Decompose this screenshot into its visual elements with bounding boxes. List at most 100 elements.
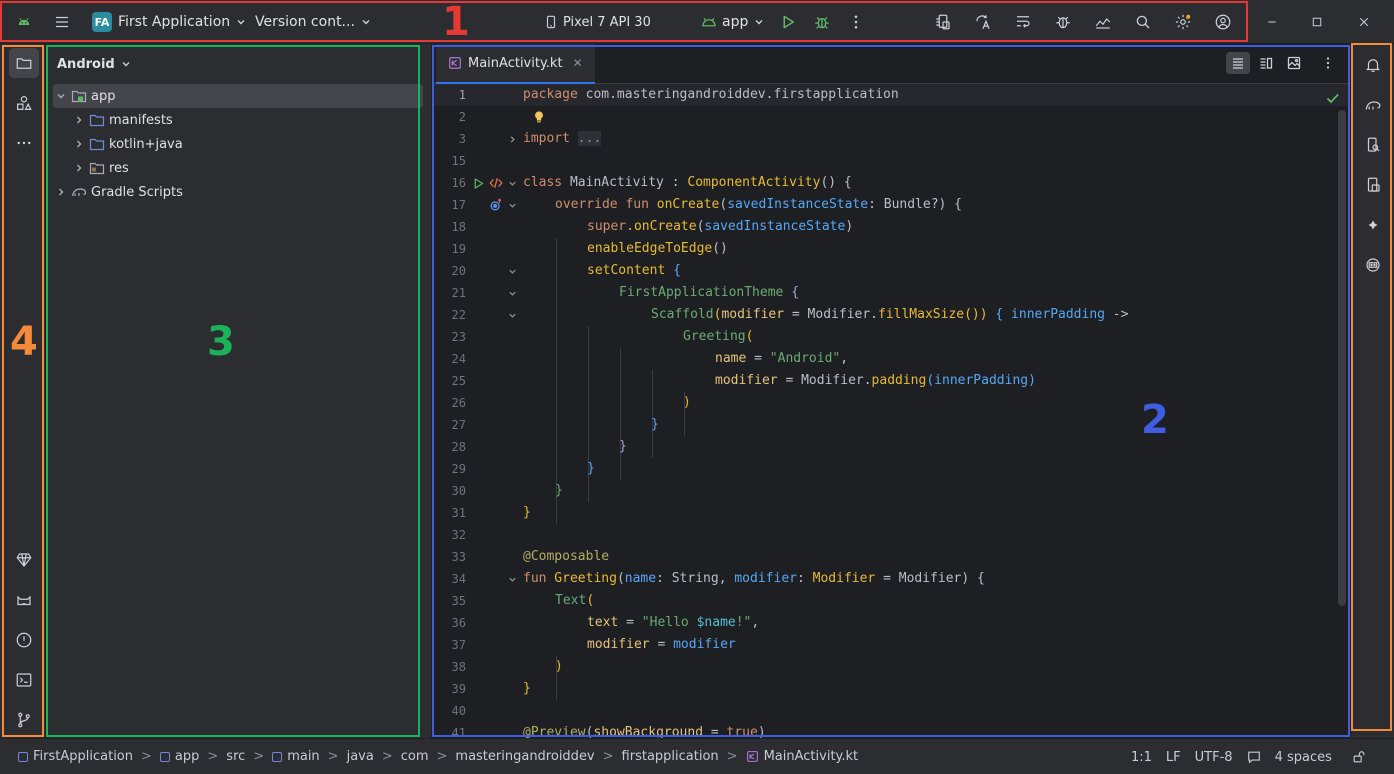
breadcrumb-item[interactable]: firstapplication — [622, 749, 719, 764]
chevron-down-icon — [755, 20, 763, 25]
breadcrumb-item[interactable]: main — [287, 749, 319, 764]
vertical-scrollbar[interactable] — [1338, 110, 1346, 606]
project-badge: FA — [92, 12, 112, 32]
device-selector[interactable]: Pixel 7 API 30 — [544, 0, 651, 44]
breadcrumb-item[interactable]: app — [175, 749, 199, 764]
emulator-icon — [1366, 258, 1380, 272]
breadcrumb-item[interactable]: masteringandroiddev — [455, 749, 594, 764]
close-icon[interactable] — [1350, 8, 1378, 36]
warning-circle-icon — [16, 632, 32, 648]
run-icon[interactable] — [774, 8, 802, 36]
debug-icon[interactable] — [808, 8, 836, 36]
project-view-selector[interactable]: Android — [57, 54, 131, 74]
project-selector[interactable]: FA First Application — [92, 0, 246, 44]
breadcrumb-item[interactable]: src — [226, 749, 245, 764]
kotlin-file-icon — [746, 751, 758, 762]
fold-chevron-right-icon[interactable] — [508, 128, 518, 150]
translate-icon[interactable] — [969, 8, 997, 36]
code-view-button[interactable] — [1226, 52, 1250, 74]
code-area[interactable]: 1 2 3 15 16 17 18 19 20 21 22 23 24 25 26 27 28 29 30 31 32 3… — [432, 84, 1350, 738]
vcs-selector[interactable]: Version cont... — [255, 0, 371, 44]
terminal-button[interactable] — [9, 665, 39, 695]
folded-imports[interactable]: ... — [577, 131, 602, 146]
override-gutter-icon[interactable] — [489, 194, 503, 216]
more-actions-icon[interactable] — [842, 8, 870, 36]
tab-close-icon[interactable]: ✕ — [573, 56, 583, 70]
line-number: 22 — [451, 308, 466, 322]
fold-chevron-down-icon[interactable] — [508, 172, 518, 194]
run-gutter-icon[interactable] — [472, 172, 485, 194]
gemini-button[interactable] — [1358, 210, 1388, 240]
split-view-button[interactable] — [1254, 52, 1278, 74]
line-number: 28 — [451, 440, 466, 454]
design-view-icon — [1287, 56, 1301, 70]
device-name: Pixel 7 API 30 — [563, 14, 651, 30]
notifications-button[interactable] — [1358, 50, 1388, 80]
file-encoding[interactable]: UTF-8 — [1195, 750, 1233, 765]
breadcrumb-item[interactable]: java — [347, 749, 374, 764]
tree-item-manifests[interactable]: manifests — [53, 108, 423, 132]
kotlin-file-icon — [449, 57, 461, 69]
main-menu-icon[interactable] — [48, 8, 76, 36]
breadcrumb-item[interactable]: MainActivity.kt — [764, 749, 859, 764]
line-number: 1 — [458, 88, 466, 102]
indent-setting[interactable]: 4 spaces — [1275, 750, 1332, 765]
folder-icon — [89, 114, 105, 127]
resource-folder-icon — [89, 162, 105, 175]
tree-item-kotlin-java[interactable]: kotlin+java — [53, 132, 423, 156]
line-number: 19 — [451, 242, 466, 256]
app-inspection-button[interactable] — [9, 585, 39, 615]
intention-bulb-icon[interactable] — [532, 106, 546, 128]
breadcrumb-item[interactable]: FirstApplication — [33, 749, 133, 764]
comment-icon[interactable] — [1247, 750, 1261, 764]
tab-mainactivity[interactable]: MainActivity.kt ✕ — [436, 44, 595, 84]
project-tool-button[interactable] — [9, 48, 39, 78]
profiler-icon[interactable] — [1089, 8, 1117, 36]
line-number: 33 — [451, 550, 466, 564]
search-icon[interactable] — [1129, 8, 1157, 36]
design-view-button[interactable] — [1282, 52, 1306, 74]
editor-more-button[interactable] — [1316, 52, 1340, 74]
tree-item-gradle-scripts[interactable]: Gradle Scripts — [53, 180, 423, 204]
account-icon[interactable] — [1209, 8, 1237, 36]
cursor-position[interactable]: 1:1 — [1131, 750, 1152, 765]
line-separator[interactable]: LF — [1166, 750, 1181, 765]
problems-button[interactable] — [9, 625, 39, 655]
git-branch-icon — [18, 712, 30, 728]
maximize-icon[interactable] — [1303, 8, 1331, 36]
bug-icon[interactable] — [1049, 8, 1077, 36]
code-line-33: @Composable — [523, 549, 610, 564]
unlock-icon[interactable] — [1352, 750, 1366, 764]
device-manager-icon[interactable] — [929, 8, 957, 36]
sparkle-icon — [1368, 220, 1378, 230]
settings-gear-icon[interactable] — [1169, 8, 1197, 36]
emulator-button[interactable] — [1358, 250, 1388, 280]
compose-preview-gutter-icon[interactable] — [489, 172, 503, 194]
line-number: 41 — [451, 726, 466, 738]
gem-tool-button[interactable] — [9, 545, 39, 575]
line-number: 30 — [451, 484, 466, 498]
gradle-tool-button[interactable] — [1358, 90, 1388, 120]
device-explorer-button[interactable] — [1358, 130, 1388, 160]
minimize-icon[interactable] — [1258, 8, 1286, 36]
fold-chevron-down-icon[interactable] — [508, 304, 518, 326]
device-explorer-icon — [1367, 137, 1380, 152]
wrap-lines-icon[interactable] — [1009, 8, 1037, 36]
run-config-name: app — [722, 14, 749, 30]
project-view-label: Android — [57, 56, 115, 72]
running-devices-button[interactable] — [1358, 170, 1388, 200]
fold-chevron-down-icon[interactable] — [508, 194, 518, 216]
code-line-22: Scaffold(modifier = Modifier.fillMaxSize… — [651, 307, 1129, 322]
phone-icon — [546, 15, 556, 29]
more-tools-button[interactable] — [9, 128, 39, 158]
fold-chevron-down-icon[interactable] — [508, 282, 518, 304]
breadcrumb-item[interactable]: com — [401, 749, 429, 764]
run-config-selector[interactable]: app — [700, 0, 764, 44]
version-control-button[interactable] — [9, 705, 39, 735]
tree-item-res[interactable]: res — [53, 156, 423, 180]
fold-chevron-down-icon[interactable] — [508, 260, 518, 282]
fold-chevron-down-icon[interactable] — [508, 568, 518, 590]
tree-item-label: kotlin+java — [109, 136, 183, 152]
resource-manager-button[interactable] — [9, 88, 39, 118]
tree-item-app[interactable]: app — [53, 84, 423, 108]
